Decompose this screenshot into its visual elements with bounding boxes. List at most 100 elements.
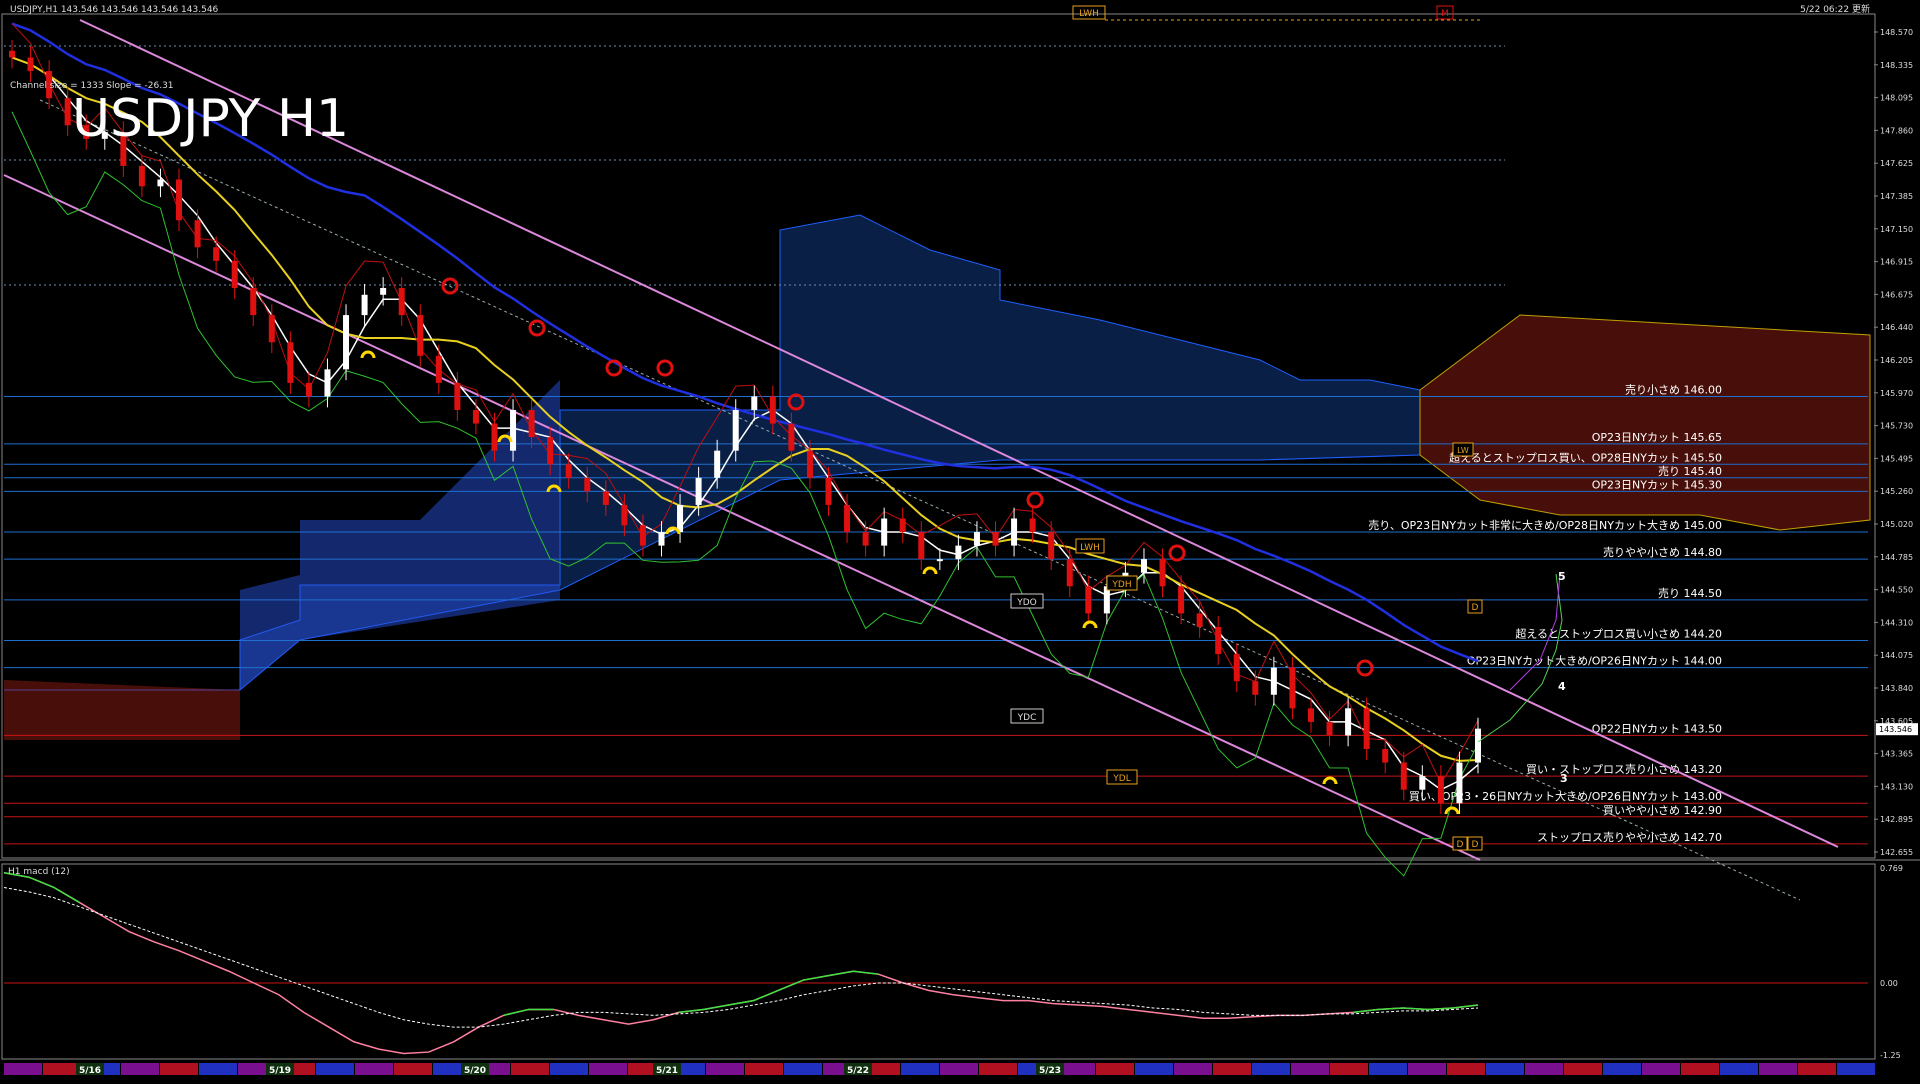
date-label: 5/20 bbox=[464, 1066, 486, 1076]
candle-body bbox=[584, 477, 591, 492]
candle-body bbox=[899, 518, 906, 533]
session-bar bbox=[1798, 1063, 1836, 1075]
session-bar bbox=[1642, 1063, 1680, 1075]
ydh-label: YDH bbox=[1111, 580, 1131, 590]
d3-label: D bbox=[1457, 840, 1464, 850]
candle-body bbox=[1289, 667, 1296, 709]
candle-body bbox=[1270, 667, 1277, 695]
date-label: 5/19 bbox=[269, 1066, 291, 1076]
session-bar bbox=[1135, 1063, 1173, 1075]
session-bar bbox=[784, 1063, 822, 1075]
price-tick-label: 146.205 bbox=[1880, 356, 1913, 365]
price-tick-label: 145.495 bbox=[1880, 454, 1913, 463]
date-label: 5/21 bbox=[656, 1066, 678, 1076]
price-tick-label: 147.385 bbox=[1880, 192, 1913, 201]
candle-body bbox=[361, 294, 368, 316]
candle-body bbox=[9, 50, 15, 58]
candle-body bbox=[1456, 762, 1463, 804]
date-label: 5/22 bbox=[847, 1066, 869, 1076]
d1-label: D bbox=[1472, 603, 1479, 613]
macd-tick-label: 0.00 bbox=[1880, 979, 1898, 988]
session-bar bbox=[706, 1063, 744, 1075]
candle-body bbox=[658, 532, 665, 546]
price-tick-label: 146.440 bbox=[1880, 323, 1913, 332]
candle-body bbox=[1066, 559, 1073, 587]
session-bar bbox=[43, 1063, 81, 1075]
level-label: 売り 145.40 bbox=[1658, 465, 1722, 478]
candle-body bbox=[343, 315, 350, 370]
session-bar bbox=[511, 1063, 549, 1075]
candle-body bbox=[1029, 518, 1036, 533]
price-tick-label: 145.020 bbox=[1880, 520, 1913, 529]
candle-body bbox=[1307, 708, 1314, 722]
candle-body bbox=[677, 504, 684, 533]
candle-body bbox=[918, 532, 925, 560]
macd-tick-label: 0.769 bbox=[1880, 864, 1903, 873]
price-tick-label: 144.075 bbox=[1880, 651, 1913, 660]
level-label: 売りやや小さめ 144.80 bbox=[1603, 546, 1722, 559]
candle-body bbox=[231, 260, 238, 288]
level-label: 売り 144.50 bbox=[1658, 587, 1722, 600]
candle-body bbox=[1011, 518, 1018, 546]
session-bar bbox=[394, 1063, 432, 1075]
candle-body bbox=[992, 532, 999, 546]
candle-body bbox=[417, 315, 424, 356]
wave-label-5: 5 bbox=[1558, 570, 1566, 583]
candle-body bbox=[714, 450, 721, 478]
candle-body bbox=[844, 504, 851, 533]
session-bar bbox=[160, 1063, 198, 1075]
candle-body bbox=[1382, 748, 1389, 763]
session-bar bbox=[4, 1063, 42, 1075]
session-bar bbox=[589, 1063, 627, 1075]
level-label: OP23日NYカット 145.65 bbox=[1592, 431, 1722, 444]
level-label: OP22日NYカット 143.50 bbox=[1592, 722, 1722, 735]
session-bar bbox=[1837, 1063, 1875, 1075]
cloud-red-left bbox=[4, 680, 240, 740]
session-bar bbox=[745, 1063, 783, 1075]
candle-body bbox=[176, 179, 183, 221]
candle-body bbox=[305, 382, 312, 397]
session-bar bbox=[1447, 1063, 1485, 1075]
wave-label-3: 3 bbox=[1560, 772, 1568, 785]
session-bar bbox=[199, 1063, 237, 1075]
level-label: 売り、OP23日NYカット非常に大きめ/OP28日NYカット大きめ 145.00 bbox=[1368, 518, 1722, 532]
cloud-red bbox=[1419, 314, 1871, 531]
candle-body bbox=[788, 423, 795, 451]
candle-body bbox=[1363, 708, 1370, 749]
session-bar bbox=[1291, 1063, 1329, 1075]
level-label: 買い・ストップロス売り小さめ 143.20 bbox=[1526, 763, 1722, 776]
price-tick-label: 143.365 bbox=[1880, 750, 1913, 759]
candle-body bbox=[528, 410, 535, 438]
session-bar bbox=[1681, 1063, 1719, 1075]
session-bar bbox=[1096, 1063, 1134, 1075]
session-bar bbox=[901, 1063, 939, 1075]
level-label: 超えるとストップロス買い小さめ 144.20 bbox=[1515, 627, 1722, 641]
candle-body bbox=[1475, 728, 1481, 763]
candle-body bbox=[157, 179, 164, 187]
candle-body bbox=[1233, 654, 1240, 682]
candle-body bbox=[398, 287, 405, 316]
candle-body bbox=[27, 57, 34, 72]
candle-body bbox=[1178, 586, 1185, 614]
price-tick-label: 143.130 bbox=[1880, 782, 1913, 791]
price-tick-label: 144.310 bbox=[1880, 618, 1913, 627]
candle-body bbox=[806, 450, 813, 478]
candle-body bbox=[1159, 559, 1166, 587]
price-tick-label: 144.550 bbox=[1880, 586, 1913, 595]
candle-body bbox=[380, 287, 387, 295]
session-bar bbox=[1720, 1063, 1758, 1075]
price-tick-label: 142.655 bbox=[1880, 848, 1913, 857]
date-label: 5/23 bbox=[1039, 1066, 1061, 1076]
candle-body bbox=[510, 410, 517, 451]
level-label: OP23日NYカット 145.30 bbox=[1592, 478, 1722, 491]
macd-tick-label: -1.25 bbox=[1880, 1051, 1901, 1060]
candle-body bbox=[769, 396, 776, 424]
candle-body bbox=[1196, 613, 1203, 627]
session-bar bbox=[1174, 1063, 1212, 1075]
candle-body bbox=[268, 315, 275, 343]
price-tick-label: 148.570 bbox=[1880, 28, 1913, 37]
watermark-title: USDJPY H1 bbox=[72, 89, 349, 149]
candle-body bbox=[250, 287, 257, 316]
candle-body bbox=[64, 98, 71, 126]
session-bar bbox=[1213, 1063, 1251, 1075]
